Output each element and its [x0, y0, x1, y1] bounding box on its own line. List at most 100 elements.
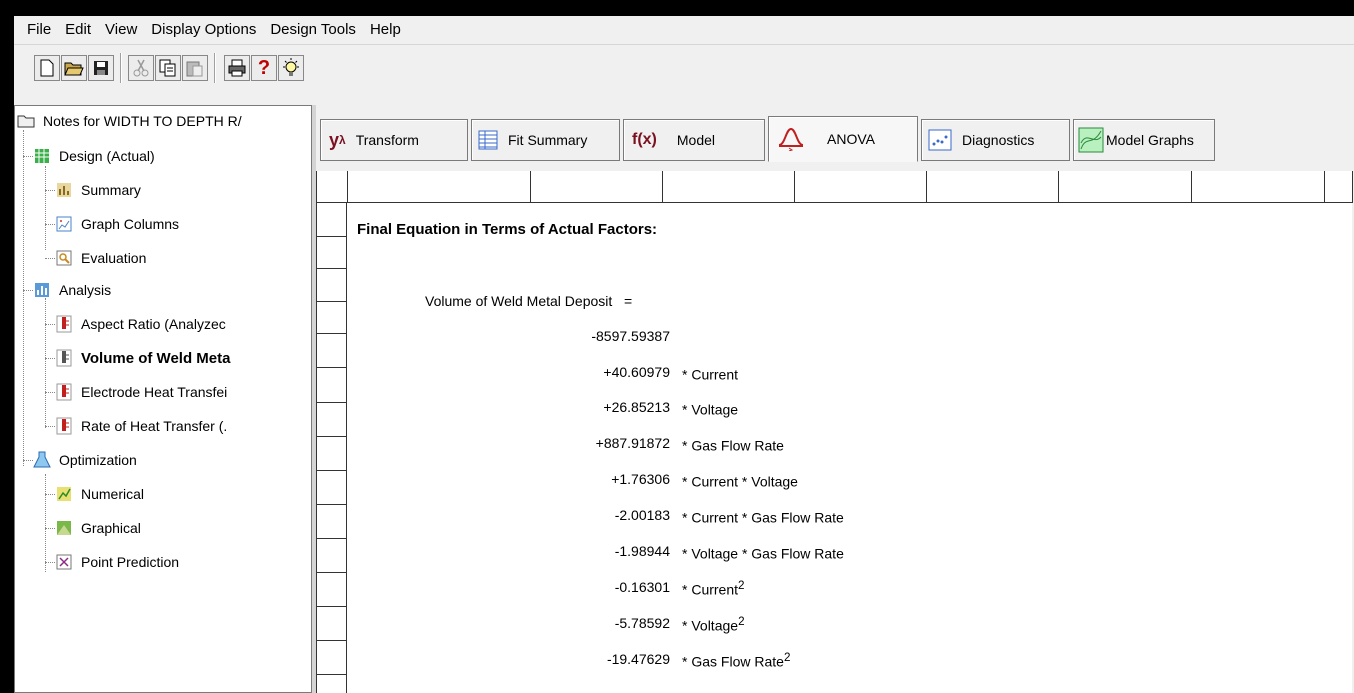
tree-item-numerical[interactable]: Numerical	[55, 480, 144, 508]
tree-item-aspect-ratio[interactable]: Aspect Ratio (Analyzec	[55, 310, 226, 338]
application-window: File Edit View Display Options Design To…	[14, 16, 1354, 693]
row-header-cell[interactable]	[317, 334, 347, 368]
tree-item-design[interactable]: Design (Actual)	[33, 142, 155, 170]
tree-item-point-prediction[interactable]: Point Prediction	[55, 548, 179, 576]
column-header-cell[interactable]	[1191, 171, 1324, 203]
print-button[interactable]	[224, 55, 250, 81]
column-header-cell[interactable]	[1324, 171, 1353, 203]
row-header-cell[interactable]	[317, 269, 347, 302]
response-icon	[55, 383, 73, 401]
new-icon	[40, 59, 54, 77]
column-header-cell[interactable]	[794, 171, 926, 203]
new-file-button[interactable]	[34, 55, 60, 81]
term-exponent: 2	[738, 579, 745, 592]
term-text: * Current * Gas Flow Rate	[682, 509, 844, 526]
cut-button[interactable]	[128, 55, 154, 81]
tree-item-rate-of-heat-transfer[interactable]: Rate of Heat Transfer (.	[55, 412, 227, 440]
term-factor: * Current * Gas Flow Rate	[682, 507, 844, 526]
menu-design-tools[interactable]: Design Tools	[263, 16, 363, 44]
term-factor: * Voltage	[682, 399, 738, 418]
tree-item-analysis[interactable]: Analysis	[33, 276, 111, 304]
tab-model-graphs[interactable]: Model Graphs	[1073, 119, 1215, 161]
tree-item-electrode-heat-transfer[interactable]: Electrode Heat Transfei	[55, 378, 227, 406]
help-icon: ?	[257, 56, 271, 79]
analysis-icon	[33, 281, 51, 299]
graph-columns-icon	[55, 215, 73, 233]
copy-button[interactable]	[155, 55, 181, 81]
tree-item-graphical[interactable]: Graphical	[55, 514, 141, 542]
folder-icon	[17, 112, 35, 130]
help-button[interactable]: ?	[251, 55, 277, 81]
transform-symbol: y	[329, 129, 340, 150]
tab-anova[interactable]: ANOVA	[768, 116, 918, 162]
term-coefficient: -2.00183	[614, 507, 670, 523]
menu-view[interactable]: View	[98, 16, 144, 44]
row-header-cell[interactable]	[317, 539, 347, 573]
tree-item-label: Aspect Ratio (Analyzec	[81, 316, 226, 332]
tree-item-label: Graphical	[81, 520, 141, 536]
tree-item-evaluation[interactable]: Evaluation	[55, 244, 146, 272]
term-exponent: 2	[738, 615, 745, 628]
tree-root-notes[interactable]: Notes for WIDTH TO DEPTH R/	[17, 107, 242, 135]
row-header-cell[interactable]	[317, 505, 347, 539]
tab-label: Model	[676, 132, 716, 148]
row-header-cell[interactable]	[317, 573, 347, 607]
tab-transform[interactable]: yλ Transform	[320, 119, 468, 161]
open-file-button[interactable]	[61, 55, 87, 81]
term-factor: * Voltage2	[682, 615, 745, 634]
anova-bell-curve-icon	[777, 127, 805, 151]
tree-item-summary[interactable]: Summary	[55, 176, 141, 204]
term-text: * Voltage * Gas Flow Rate	[682, 545, 844, 562]
row-header-cell[interactable]	[317, 403, 347, 437]
response-label: Volume of Weld Metal Deposit	[425, 293, 613, 309]
term-text: * Gas Flow Rate	[682, 437, 784, 454]
tab-fit-summary[interactable]: Fit Summary	[471, 119, 620, 161]
tip-icon	[283, 58, 299, 76]
row-header-cell[interactable]	[317, 237, 347, 269]
row-header-cell[interactable]	[317, 302, 347, 334]
column-header-cell[interactable]	[530, 171, 662, 203]
tree-item-label: Volume of Weld Meta	[81, 349, 231, 367]
tab-diagnostics[interactable]: Diagnostics	[921, 119, 1070, 161]
tab-model[interactable]: f(x) Model	[623, 119, 765, 161]
equals-sign: =	[623, 293, 633, 309]
evaluation-icon	[55, 249, 73, 267]
tab-label: Transform	[355, 132, 419, 148]
tree-item-optimization[interactable]: Optimization	[33, 446, 137, 474]
row-header-cell[interactable]	[317, 471, 347, 505]
menu-edit[interactable]: Edit	[58, 16, 98, 44]
tab-label: ANOVA	[827, 131, 875, 147]
transform-icon: yλ	[329, 130, 346, 151]
equation-title: Final Equation in Terms of Actual Factor…	[357, 221, 658, 238]
row-header-cell[interactable]	[317, 203, 347, 237]
tree-item-volume-selected[interactable]: Volume of Weld Meta	[55, 344, 230, 372]
term-coefficient: -19.47629	[606, 651, 670, 667]
tree-item-label: Rate of Heat Transfer (.	[81, 418, 228, 434]
output-grid: Final Equation in Terms of Actual Factor…	[316, 171, 1353, 693]
save-button[interactable]	[88, 55, 114, 81]
term-text: * Gas Flow Rate	[682, 653, 784, 670]
toolbar-separator	[120, 53, 122, 83]
column-header-cell[interactable]	[1058, 171, 1191, 203]
column-header-cell[interactable]	[926, 171, 1058, 203]
tree-item-graph-columns[interactable]: Graph Columns	[55, 210, 179, 238]
paste-button[interactable]	[182, 55, 208, 81]
response-icon	[55, 349, 73, 367]
menu-help[interactable]: Help	[363, 16, 408, 44]
column-header-cell[interactable]	[347, 171, 530, 203]
column-header-cell[interactable]	[662, 171, 794, 203]
tree-root-label: Notes for WIDTH TO DEPTH R/	[43, 113, 242, 129]
term-coefficient: +1.76306	[611, 471, 670, 487]
tree-item-label: Evaluation	[81, 250, 147, 266]
menu-display-options[interactable]: Display Options	[144, 16, 263, 44]
row-header-cell[interactable]	[317, 641, 347, 675]
row-header-cell[interactable]	[317, 607, 347, 641]
row-header-cell[interactable]	[317, 437, 347, 471]
cut-icon	[133, 59, 149, 77]
grid-column-header	[317, 171, 1353, 203]
tip-button[interactable]	[278, 55, 304, 81]
menu-file[interactable]: File	[20, 16, 58, 44]
row-header-cell[interactable]	[317, 368, 347, 403]
copy-icon	[159, 59, 176, 77]
tree-item-label: Design (Actual)	[59, 148, 155, 164]
